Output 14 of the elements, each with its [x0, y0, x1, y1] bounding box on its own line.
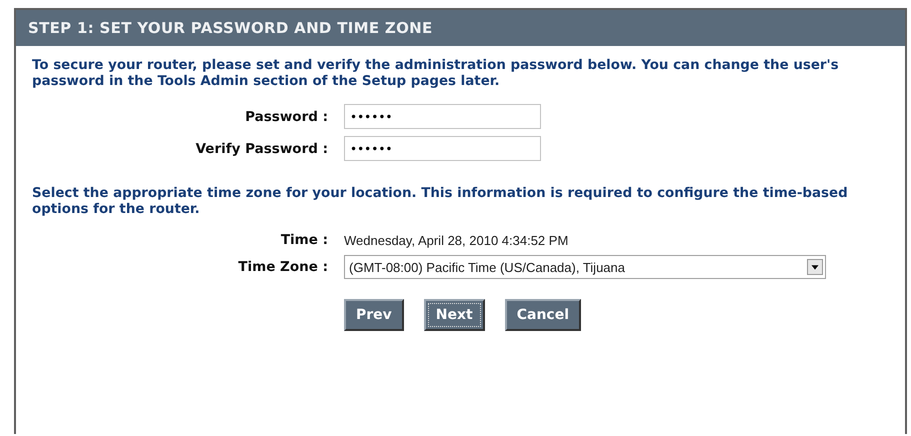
- field-label: Password :: [244, 108, 328, 124]
- nav-button[interactable]: Next: [424, 299, 485, 331]
- password-field[interactable]: ••••••: [344, 136, 541, 161]
- field-label: Verify Password :: [194, 140, 328, 156]
- nav-button[interactable]: Cancel: [504, 299, 582, 331]
- password-field[interactable]: ••••••: [344, 104, 541, 129]
- field-label: Time Zone :: [237, 259, 328, 275]
- time-value: Wednesday, April 28, 2010 4:34:52 PM: [344, 232, 570, 248]
- field-label: Time :: [280, 232, 328, 248]
- password-instructions: To secure your router, please set and verify the administration password below. You can change the user's password in the Tools Admin section of the Setup pages later.: [32, 58, 840, 90]
- panel-title: STEP 1: SET YOUR PASSWORD AND TIME ZONE: [28, 19, 433, 37]
- timezone-instructions: Select the appropriate time zone for your location. This information is required to configure the time-based options for the router.: [32, 186, 849, 218]
- timezone-dropdown[interactable]: (GMT-08:00) Pacific Time (US/Canada), Tijuana: [344, 255, 826, 279]
- nav-button[interactable]: Prev: [344, 299, 404, 331]
